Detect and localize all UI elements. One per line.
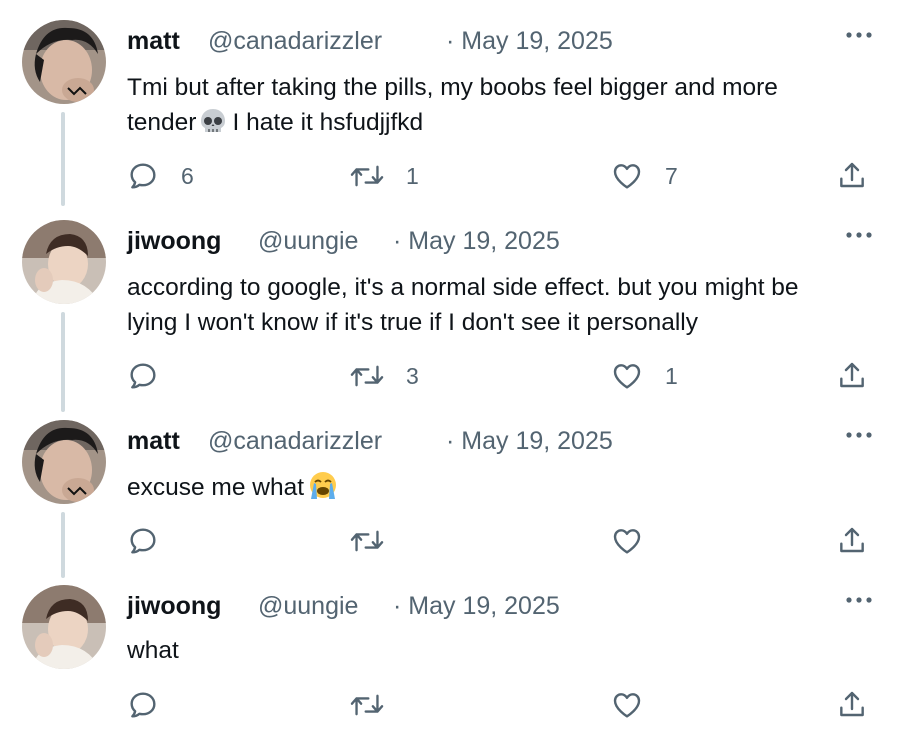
- share-icon: [840, 162, 864, 188]
- like-button[interactable]: [611, 523, 665, 559]
- like-button[interactable]: 7: [611, 158, 678, 194]
- retweet-button[interactable]: 1: [350, 158, 419, 194]
- tweet-text: Tmi but after taking the pills, my boobs…: [127, 70, 867, 145]
- more-icon[interactable]: [844, 30, 874, 40]
- share-button[interactable]: [836, 158, 868, 194]
- tweet-text: according to google, it's a normal side …: [127, 270, 867, 340]
- share-button[interactable]: [836, 523, 868, 559]
- share-icon: [840, 527, 864, 553]
- user-handle[interactable]: @canadarizzler: [208, 26, 382, 56]
- reply-button[interactable]: [127, 687, 181, 723]
- tweet-text-line: what: [127, 637, 179, 664]
- like-button[interactable]: [611, 687, 665, 723]
- display-name[interactable]: jiwoong: [127, 591, 221, 621]
- retweet-count: 3: [406, 362, 419, 389]
- tweet-date[interactable]: · May 19, 2025: [446, 26, 613, 56]
- tweet-text-line: according to google, it's a normal side …: [127, 274, 799, 301]
- avatar[interactable]: [22, 20, 106, 104]
- tweet-text: excuse me what: [127, 470, 867, 510]
- display-name[interactable]: matt: [127, 26, 180, 56]
- retweet-button[interactable]: [350, 523, 406, 559]
- tweet-actions: [0, 687, 897, 723]
- retweet-icon: [350, 165, 384, 187]
- tweet-actions: 3 1: [0, 358, 897, 394]
- avatar[interactable]: [22, 420, 106, 504]
- reply-button[interactable]: [127, 358, 181, 394]
- like-count: 7: [665, 162, 678, 189]
- tweet-date[interactable]: · May 19, 2025: [393, 226, 560, 256]
- heart-icon: [613, 529, 641, 554]
- tweet[interactable]: jiwoong @uungie · May 19, 2025 according…: [0, 220, 897, 412]
- tweet-text-line: Tmi but after taking the pills, my boobs…: [127, 74, 778, 101]
- reply-button[interactable]: [127, 523, 181, 559]
- reply-icon: [130, 692, 156, 718]
- display-name[interactable]: matt: [127, 426, 180, 456]
- like-button[interactable]: 1: [611, 358, 678, 394]
- tweet-date[interactable]: · May 19, 2025: [446, 426, 613, 456]
- loudly-crying-emoji: [306, 470, 340, 510]
- tweet-text-line: lying I won't know if it's true if I don…: [127, 309, 698, 336]
- retweet-icon: [350, 694, 384, 716]
- tweet-text: what: [127, 633, 867, 668]
- retweet-icon: [350, 530, 384, 552]
- reply-icon: [130, 528, 156, 554]
- tweet-actions: [0, 523, 897, 559]
- more-icon[interactable]: [844, 595, 874, 605]
- retweet-icon: [350, 365, 384, 387]
- user-handle[interactable]: @canadarizzler: [208, 426, 382, 456]
- share-icon: [840, 691, 864, 717]
- tweet-date[interactable]: · May 19, 2025: [393, 591, 560, 621]
- tweet-text-fragment: tender: [127, 109, 197, 136]
- tweet[interactable]: matt @canadarizzler · May 19, 2025 excus…: [0, 420, 897, 580]
- tweet-text-fragment: I hate it hsfudjjfkd: [232, 109, 424, 136]
- user-handle[interactable]: @uungie: [258, 591, 358, 621]
- retweet-count: 1: [406, 162, 419, 189]
- retweet-button[interactable]: 3: [350, 358, 419, 394]
- more-icon[interactable]: [844, 230, 874, 240]
- user-handle[interactable]: @uungie: [258, 226, 358, 256]
- tweet-text-line: excuse me what: [127, 470, 867, 510]
- reply-icon: [130, 363, 156, 389]
- heart-icon: [613, 164, 641, 189]
- share-button[interactable]: [836, 358, 868, 394]
- heart-icon: [613, 364, 641, 389]
- tweet-actions: 6 1 7: [0, 158, 897, 194]
- reply-icon: [130, 163, 156, 189]
- reply-button[interactable]: 6: [127, 158, 194, 194]
- heart-icon: [613, 693, 641, 718]
- reply-count: 6: [181, 162, 194, 189]
- more-icon[interactable]: [844, 430, 874, 440]
- skull-emoji: [198, 107, 228, 145]
- avatar[interactable]: [22, 220, 106, 304]
- tweet[interactable]: matt @canadarizzler · May 19, 2025 Tmi b…: [0, 20, 897, 210]
- share-icon: [840, 362, 864, 388]
- tweet-text-fragment: excuse me what: [127, 474, 305, 501]
- retweet-button[interactable]: [350, 687, 406, 723]
- tweet-text-line: tender I hate it hsfudjjfkd: [127, 105, 867, 145]
- avatar[interactable]: [22, 585, 106, 669]
- display-name[interactable]: jiwoong: [127, 226, 221, 256]
- like-count: 1: [665, 362, 678, 389]
- tweet[interactable]: jiwoong @uungie · May 19, 2025 what: [0, 585, 897, 743]
- share-button[interactable]: [836, 687, 868, 723]
